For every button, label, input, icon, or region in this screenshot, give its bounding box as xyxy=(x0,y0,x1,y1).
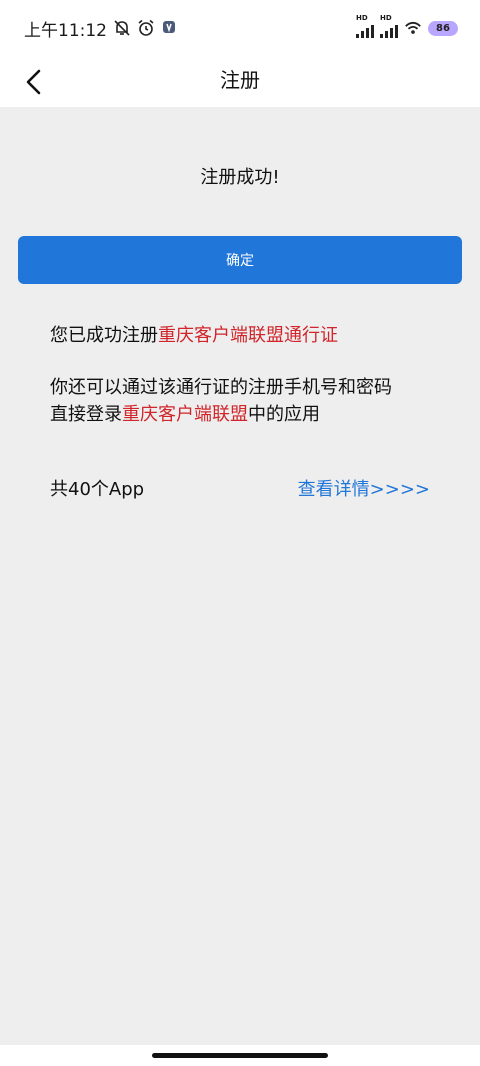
info-line-1: 您已成功注册重庆客户端联盟通行证 xyxy=(50,321,338,347)
confirm-button[interactable]: 确定 xyxy=(18,236,462,284)
home-indicator[interactable] xyxy=(152,1053,328,1058)
signal-icon-2: HD xyxy=(380,14,398,38)
info-line-3: 直接登录重庆客户端联盟中的应用 xyxy=(50,400,320,426)
main-content: 注册成功! 确定 您已成功注册重庆客户端联盟通行证 你还可以通过该通行证的注册手… xyxy=(0,107,480,1045)
alarm-clock-icon xyxy=(137,19,155,37)
status-right: HD HD 86 xyxy=(356,14,458,38)
hd-label-2: HD xyxy=(380,14,392,22)
signal-icon: HD xyxy=(356,14,374,38)
info-line-2: 你还可以通过该通行证的注册手机号和密码 xyxy=(50,377,392,398)
view-details-link[interactable]: 查看详情>>>> xyxy=(298,475,430,501)
battery-indicator: 86 xyxy=(428,20,458,36)
bell-off-icon xyxy=(113,19,131,37)
hd-label: HD xyxy=(356,14,368,22)
passport-name: 重庆客户端联盟通行证 xyxy=(158,325,338,346)
info-line-3-prefix: 直接登录 xyxy=(50,404,122,425)
app-notification-icon xyxy=(161,19,179,37)
alliance-name: 重庆客户端联盟 xyxy=(122,404,248,425)
status-bar: 上午11:12 HD HD 86 xyxy=(0,0,480,56)
page-title: 注册 xyxy=(220,68,260,92)
wifi-icon xyxy=(404,19,422,37)
info-line-1-prefix: 您已成功注册 xyxy=(50,325,158,346)
app-count: 共40个App xyxy=(50,479,145,500)
info-line-3-suffix: 中的应用 xyxy=(248,404,320,425)
success-message: 注册成功! xyxy=(200,167,280,188)
status-time: 上午11:12 xyxy=(24,20,107,41)
nav-bar: 注册 xyxy=(0,56,480,106)
status-left: 上午11:12 xyxy=(24,16,179,41)
